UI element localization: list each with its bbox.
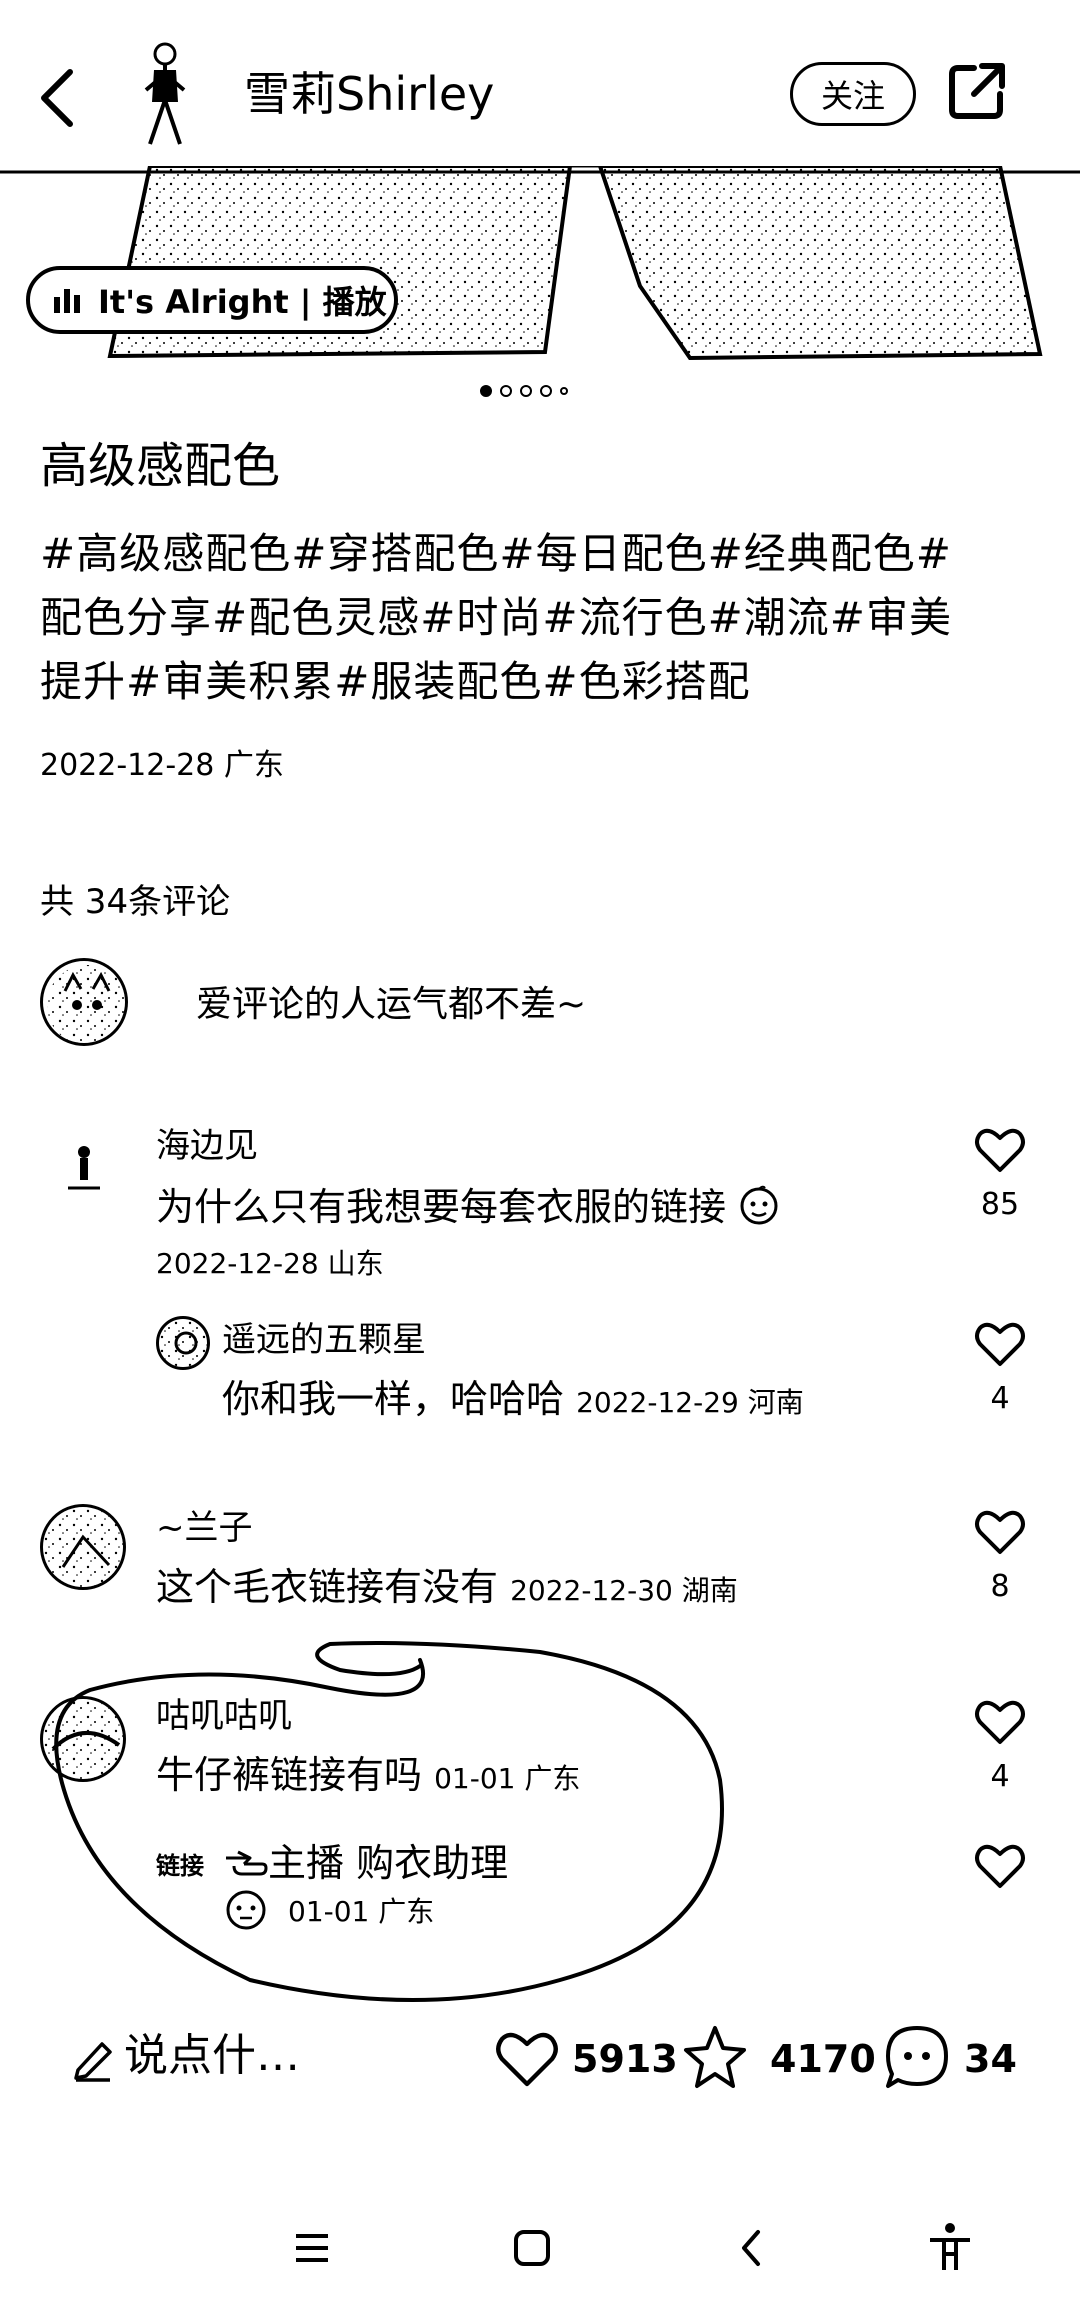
comment-text[interactable]: 你和我一样，哈哈哈 2022-12-29 河南 — [222, 1374, 804, 1428]
heart-icon — [496, 2032, 558, 2087]
comment-text[interactable]: 为什么只有我想要每套衣服的链接 — [156, 1182, 780, 1232]
comment-author[interactable]: 咕叽咕叽 — [156, 1694, 292, 1738]
comment-text[interactable]: 主播 购衣助理 — [224, 1838, 508, 1888]
menu-lines-icon — [296, 2234, 328, 2262]
like-count: 4 — [990, 1381, 1010, 1416]
comment-meta: 2022-12-29 河南 — [576, 1386, 804, 1419]
comment-prompt[interactable]: 爱评论的人运气都不差~ — [196, 982, 586, 1028]
accessibility-button[interactable] — [920, 2218, 980, 2278]
comment-like-button[interactable] — [972, 1316, 1028, 1372]
avatar[interactable] — [40, 1696, 126, 1782]
comment-like-button[interactable] — [972, 1122, 1028, 1178]
tags-line[interactable]: 配色分享#配色灵感#时尚#流行色#潮流#审美 — [40, 586, 1040, 650]
comment-like-button[interactable] — [972, 1504, 1028, 1560]
carousel-dot — [480, 385, 492, 397]
heart-icon — [975, 1700, 1025, 1744]
tags-line[interactable]: #高级感配色#穿搭配色#每日配色#经典配色# — [40, 522, 1040, 586]
like-count: 8 — [990, 1569, 1010, 1604]
pen-icon — [74, 2042, 112, 2082]
share-button[interactable] — [948, 60, 1006, 122]
carousel-indicator — [480, 384, 568, 398]
my-avatar — [40, 958, 128, 1046]
emoji-face-icon — [224, 1886, 268, 1932]
avatar[interactable] — [64, 1142, 104, 1202]
home-button[interactable] — [502, 2218, 562, 2278]
comment-body: 牛仔裤链接有吗 — [156, 1753, 423, 1797]
like-count: 4 — [990, 1759, 1010, 1794]
comment-body: 为什么只有我想要每套衣服的链接 — [156, 1185, 727, 1229]
share-icon — [949, 63, 1005, 119]
favorites-count: 4170 — [770, 2037, 876, 2081]
pointing-hand-icon — [226, 1850, 268, 1876]
square-home-icon — [514, 2230, 550, 2266]
accessibility-icon — [930, 2223, 970, 2270]
comment-body: 这个毛衣链接有没有 — [156, 1565, 499, 1609]
heart-icon — [975, 1322, 1025, 1366]
recent-apps-button[interactable] — [282, 2218, 342, 2278]
chevron-left-icon — [41, 69, 73, 127]
hand-drawn-circle-annotation — [54, 1641, 724, 2002]
avatar[interactable] — [40, 1504, 126, 1590]
comment-text[interactable]: 牛仔裤链接有吗 01-01 广东 — [156, 1750, 580, 1804]
comment-author[interactable]: 遥远的五颗星 — [222, 1318, 426, 1362]
author-name[interactable]: 雪莉Shirley — [244, 66, 494, 122]
comment-body: 你和我一样，哈哈哈 — [222, 1377, 565, 1421]
post-tags[interactable]: #高级感配色#穿搭配色#每日配色#经典配色# 配色分享#配色灵感#时尚#流行色#… — [40, 522, 1040, 714]
comment-author[interactable]: ~兰子 — [156, 1506, 253, 1550]
star-icon — [684, 2026, 746, 2088]
heart-icon — [975, 1844, 1025, 1888]
comment-like-button[interactable] — [972, 1694, 1028, 1750]
favorite-button[interactable] — [680, 2022, 750, 2092]
heart-icon — [975, 1510, 1025, 1554]
like-count: 85 — [980, 1187, 1020, 1222]
carousel-dot — [500, 385, 512, 397]
comment-text[interactable]: 这个毛衣链接有没有 2022-12-30 湖南 — [156, 1562, 738, 1616]
carousel-dot — [560, 387, 568, 395]
reply-author-badge[interactable]: 链接 — [156, 1846, 204, 1886]
person-figure-icon — [144, 42, 186, 145]
comment-meta: 2022-12-28 山东 — [156, 1247, 384, 1280]
audio-bars-icon — [54, 289, 80, 313]
back-button[interactable] — [30, 62, 86, 134]
emoji-face-icon — [740, 1185, 778, 1225]
comment-input[interactable] — [72, 2036, 114, 2082]
chevron-left-icon — [742, 2230, 760, 2266]
comment-meta: 01-01 广东 — [434, 1762, 581, 1795]
chat-bubble-icon — [886, 2026, 948, 2088]
comments-count: 34 — [964, 2037, 1017, 2081]
heart-icon — [975, 1128, 1025, 1172]
carousel-dot — [540, 385, 552, 397]
system-back-button[interactable] — [722, 2218, 782, 2278]
tags-line[interactable]: 提升#审美积累#服装配色#色彩搭配 — [40, 650, 1040, 714]
comment-count: 共 34条评论 — [40, 882, 231, 922]
follow-button[interactable]: 关注 — [790, 62, 916, 126]
author-avatar[interactable] — [134, 40, 196, 148]
comment-meta: 2022-12-30 湖南 — [510, 1574, 738, 1607]
comment-input-placeholder[interactable]: 说点什… — [124, 2028, 300, 2084]
comment-body: 主播 购衣助理 — [268, 1841, 509, 1885]
comment-like-button[interactable] — [972, 1838, 1028, 1894]
music-play-button[interactable]: It's Alright | 播放 — [26, 266, 398, 334]
comment-button[interactable] — [882, 2022, 952, 2092]
comment-meta: 01-01 广东 — [288, 1895, 435, 1928]
music-label: It's Alright | 播放 — [98, 283, 387, 321]
comment-author[interactable]: 海边见 — [156, 1124, 258, 1168]
likes-count: 5913 — [572, 2037, 678, 2081]
like-post-button[interactable] — [492, 2024, 562, 2094]
post-date: 2022-12-28 广东 — [40, 748, 284, 783]
carousel-dot — [520, 385, 532, 397]
avatar[interactable] — [156, 1316, 210, 1370]
post-title: 高级感配色 — [40, 438, 281, 494]
